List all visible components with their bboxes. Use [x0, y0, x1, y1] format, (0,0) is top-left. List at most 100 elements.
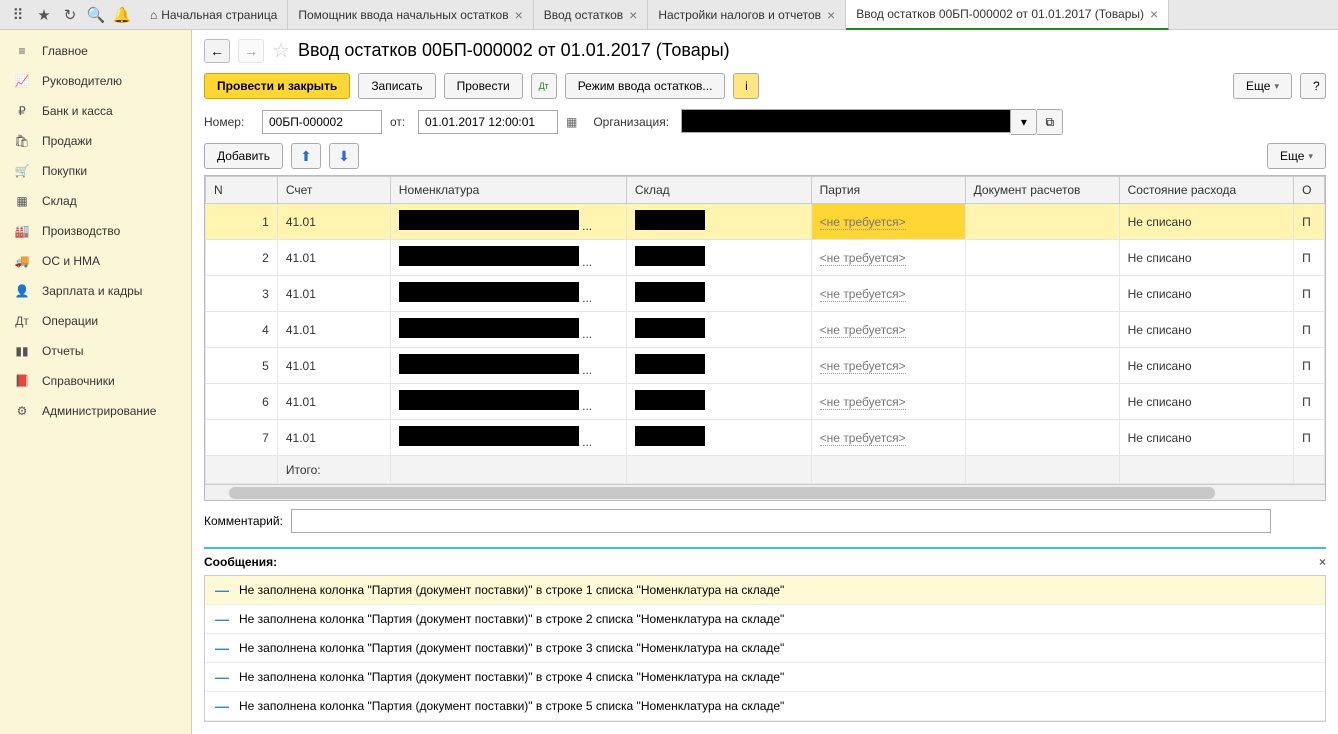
- message-icon: —: [215, 582, 229, 598]
- history-icon[interactable]: ↻: [58, 3, 82, 27]
- horizontal-scrollbar[interactable]: [205, 484, 1325, 500]
- tab-label: Настройки налогов и отчетов: [658, 8, 821, 22]
- sidebar-label: Главное: [42, 44, 88, 58]
- apps-icon[interactable]: ⠿: [6, 3, 30, 27]
- table-row[interactable]: 241.01 ...<не требуется>Не списаноП: [206, 240, 1325, 276]
- org-dropdown-button[interactable]: ▾: [1011, 109, 1037, 135]
- sidebar-label: Банк и касса: [42, 104, 113, 118]
- sidebar-label: Отчеты: [42, 344, 83, 358]
- message-row[interactable]: —Не заполнена колонка "Партия (документ …: [205, 663, 1325, 692]
- tab[interactable]: Ввод остатков 00БП-000002 от 01.01.2017 …: [846, 0, 1169, 30]
- sidebar-item[interactable]: ▮▮Отчеты: [0, 336, 191, 366]
- sidebar-item[interactable]: 🏭Производство: [0, 216, 191, 246]
- tab[interactable]: Ввод остатков×: [534, 0, 649, 30]
- tab[interactable]: Настройки налогов и отчетов ×: [648, 0, 846, 30]
- batch-link[interactable]: <не требуется>: [820, 215, 906, 230]
- sidebar-item[interactable]: 🚚ОС и НМА: [0, 246, 191, 276]
- sidebar-item[interactable]: ДтОперации: [0, 306, 191, 336]
- col-state[interactable]: Состояние расхода: [1119, 177, 1294, 204]
- date-input[interactable]: [418, 110, 558, 134]
- sidebar-item[interactable]: ₽ Банк и касса: [0, 96, 191, 126]
- batch-link[interactable]: <не требуется>: [820, 287, 906, 302]
- bell-icon[interactable]: 🔔: [110, 3, 134, 27]
- tab[interactable]: Помощник ввода начальных остатков×: [288, 0, 533, 30]
- table-row[interactable]: 141.01 ...<не требуется>Не списаноП: [206, 204, 1325, 240]
- sidebar-item[interactable]: ≡Главное: [0, 36, 191, 66]
- col-batch[interactable]: Партия: [811, 177, 965, 204]
- message-row[interactable]: —Не заполнена колонка "Партия (документ …: [205, 634, 1325, 663]
- batch-link[interactable]: <не требуется>: [820, 359, 906, 374]
- move-up-button[interactable]: ⬆: [291, 143, 321, 169]
- batch-link[interactable]: <не требуется>: [820, 395, 906, 410]
- batch-link[interactable]: <не требуется>: [820, 323, 906, 338]
- col-n[interactable]: N: [206, 177, 278, 204]
- message-text: Не заполнена колонка "Партия (документ п…: [239, 641, 784, 655]
- comment-input[interactable]: [291, 509, 1271, 533]
- message-text: Не заполнена колонка "Партия (документ п…: [239, 699, 784, 713]
- close-icon[interactable]: ×: [1150, 6, 1158, 22]
- save-button[interactable]: Записать: [358, 73, 435, 99]
- calendar-icon[interactable]: ▦: [566, 115, 577, 129]
- org-input[interactable]: [681, 109, 1011, 133]
- number-label: Номер:: [204, 115, 254, 129]
- title-row: ← → ☆ Ввод остатков 00БП-000002 от 01.01…: [192, 30, 1338, 67]
- forward-button[interactable]: →: [238, 39, 264, 63]
- sidebar-item[interactable]: 🛍Продажи: [0, 126, 191, 156]
- message-text: Не заполнена колонка "Партия (документ п…: [239, 583, 784, 597]
- col-doc[interactable]: Документ расчетов: [965, 177, 1119, 204]
- back-button[interactable]: ←: [204, 39, 230, 63]
- sidebar: ≡Главное📈Руководителю ₽ Банк и касса 🛍Прода…: [0, 30, 192, 734]
- mode-button[interactable]: Режим ввода остатков...: [565, 73, 726, 99]
- number-input[interactable]: [262, 110, 382, 134]
- message-row[interactable]: — Не заполнена колонка "Партия (документ …: [205, 576, 1325, 605]
- post-close-button[interactable]: Провести и закрыть: [204, 73, 350, 99]
- sidebar-item[interactable]: ▦Склад: [0, 186, 191, 216]
- table-wrap: N Счет Номенклатура Склад Партия Докумен…: [204, 175, 1326, 501]
- table-row[interactable]: 641.01 ...<не требуется>Не списаноП: [206, 384, 1325, 420]
- move-down-button[interactable]: ⬇: [329, 143, 359, 169]
- add-button[interactable]: Добавить: [204, 143, 283, 169]
- message-row[interactable]: — Не заполнена колонка "Партия (документ …: [205, 605, 1325, 634]
- table-row[interactable]: 441.01 ...<не требуется>Не списаноП: [206, 312, 1325, 348]
- tab[interactable]: ⌂Начальная страница: [140, 0, 288, 30]
- message-row[interactable]: —Не заполнена колонка "Партия (документ …: [205, 692, 1325, 721]
- help-button[interactable]: ?: [1300, 73, 1326, 99]
- table-row[interactable]: 541.01 ...<не требуется>Не списаноП: [206, 348, 1325, 384]
- message-text: Не заполнена колонка "Партия (документ п…: [239, 612, 784, 626]
- search-icon[interactable]: 🔍: [84, 3, 108, 27]
- col-nomenclature[interactable]: Номенклатура: [390, 177, 626, 204]
- info-button[interactable]: i: [733, 73, 759, 99]
- close-icon[interactable]: ×: [515, 7, 523, 23]
- favorite-icon[interactable]: ☆: [272, 38, 290, 63]
- col-account[interactable]: Счет: [277, 177, 390, 204]
- more-button[interactable]: Еще: [1233, 73, 1292, 99]
- comment-label: Комментарий:: [204, 514, 283, 528]
- col-warehouse[interactable]: Склад: [626, 177, 811, 204]
- batch-link[interactable]: <не требуется>: [820, 431, 906, 446]
- sidebar-item[interactable]: 🛒Покупки: [0, 156, 191, 186]
- col-p[interactable]: О: [1294, 177, 1325, 204]
- star-icon[interactable]: ★: [32, 3, 56, 27]
- close-icon[interactable]: ×: [827, 7, 835, 23]
- sidebar-item[interactable]: ⚙Администрирование: [0, 396, 191, 426]
- org-open-button[interactable]: ⧉: [1037, 109, 1063, 135]
- close-icon[interactable]: ×: [629, 7, 637, 23]
- table-row[interactable]: 341.01 ...<не требуется>Не списаноП: [206, 276, 1325, 312]
- message-icon: —: [215, 611, 229, 627]
- sidebar-label: Производство: [42, 224, 120, 238]
- table-more-button[interactable]: Еще: [1267, 143, 1326, 169]
- dtkt-button[interactable]: Дт: [531, 73, 557, 99]
- sidebar-icon: ₽: [14, 104, 30, 118]
- data-table[interactable]: N Счет Номенклатура Склад Партия Докумен…: [205, 176, 1325, 484]
- sidebar-icon: 🚚: [14, 254, 30, 268]
- total-row: Итого:: [206, 456, 1325, 484]
- table-row[interactable]: 741.01 ...<не требуется>Не списаноП: [206, 420, 1325, 456]
- sidebar-item[interactable]: 👤Зарплата и кадры: [0, 276, 191, 306]
- messages-close-icon[interactable]: ×: [1319, 555, 1326, 569]
- sidebar-item[interactable]: 📕Справочники: [0, 366, 191, 396]
- sidebar-item[interactable]: 📈Руководителю: [0, 66, 191, 96]
- post-button[interactable]: Провести: [444, 73, 523, 99]
- form-row: Номер: от: ▦ Организация: ▾ ⧉: [192, 105, 1338, 139]
- batch-link[interactable]: <не требуется>: [820, 251, 906, 266]
- sidebar-label: Руководителю: [42, 74, 122, 88]
